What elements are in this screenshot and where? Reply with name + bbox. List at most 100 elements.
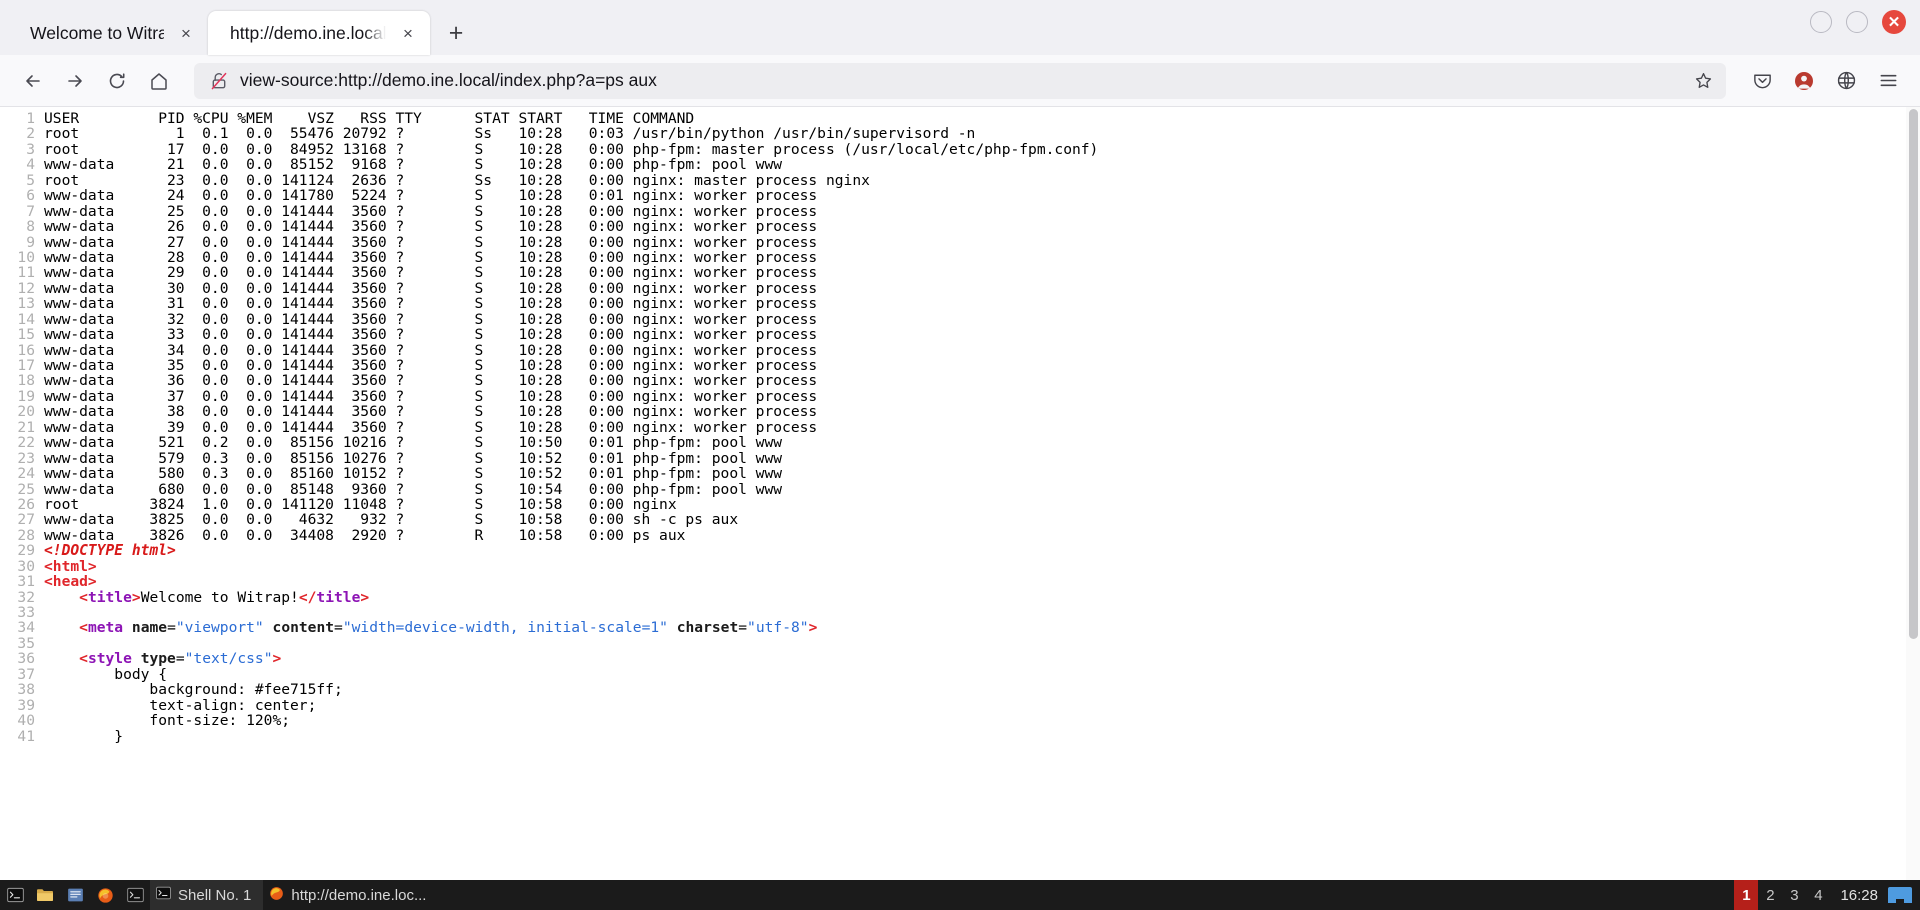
task-label: Shell No. 1 [178,887,251,904]
ps-row: www-data 579 0.3 0.0 85156 10276 ? S 10:… [44,450,782,467]
source-line: 37 body { [0,667,1920,682]
source-token: type [141,650,176,667]
source-line: 25www-data 680 0.0 0.0 85148 9360 ? S 10… [0,482,1920,497]
files-icon[interactable] [30,880,60,910]
line-number: 36 [0,651,44,666]
source-line: 14www-data 32 0.0 0.0 141444 3560 ? S 10… [0,312,1920,327]
line-number: 41 [0,729,44,744]
hamburger-menu-icon[interactable] [1870,63,1906,99]
source-line: 26root 3824 1.0 0.0 141120 11048 ? S 10:… [0,497,1920,512]
ps-row: www-data 580 0.3 0.0 85160 10152 ? S 10:… [44,465,782,482]
scrollbar-thumb[interactable] [1909,109,1918,639]
pocket-icon[interactable] [1744,63,1780,99]
extensions-icon[interactable] [1828,63,1864,99]
line-number: 23 [0,451,44,466]
ps-row: www-data 26 0.0 0.0 141444 3560 ? S 10:2… [44,218,817,235]
account-icon[interactable] [1786,63,1822,99]
back-icon[interactable] [14,62,52,100]
line-number: 4 [0,157,44,172]
line-number: 27 [0,512,44,527]
tray-app-icon[interactable] [1888,887,1912,903]
ps-row: www-data 39 0.0 0.0 141444 3560 ? S 10:2… [44,419,817,436]
terminal2-icon[interactable] [120,880,150,910]
line-number: 28 [0,528,44,543]
source-line: 13www-data 31 0.0 0.0 141444 3560 ? S 10… [0,296,1920,311]
home-icon[interactable] [140,62,178,100]
close-window-button[interactable]: ✕ [1882,10,1906,34]
source-token: < [79,650,88,667]
terminal-icon[interactable] [0,880,30,910]
url-text[interactable]: view-source:http://demo.ine.local/index.… [240,70,1690,91]
window-controls: ✕ [1810,10,1906,34]
new-tab-button[interactable]: + [438,15,474,51]
source-token: "width=device-width, initial-scale=1" [343,619,668,636]
line-number: 25 [0,482,44,497]
line-number: 15 [0,327,44,342]
workspace-2[interactable]: 2 [1758,880,1782,910]
line-number: 16 [0,343,44,358]
taskbar: Shell No. 1 http://demo.ine.loc... 1 2 3… [0,880,1920,910]
close-icon[interactable]: × [396,21,420,45]
line-number: 26 [0,497,44,512]
tab-welcome-to-witrap[interactable]: Welcome to Witrap! × [8,11,208,55]
firefox-icon[interactable] [90,880,120,910]
source-token: > [132,589,141,606]
task-shell-no-1[interactable]: Shell No. 1 [150,880,263,910]
line-number: 19 [0,389,44,404]
task-demo-ine-local[interactable]: http://demo.ine.loc... [263,880,438,910]
source-token: text-align: center; [44,697,316,714]
ps-row: www-data 29 0.0 0.0 141444 3560 ? S 10:2… [44,264,817,281]
line-number: 21 [0,420,44,435]
workspace-3[interactable]: 3 [1782,880,1806,910]
source-token [132,650,141,667]
source-line: 21www-data 39 0.0 0.0 141444 3560 ? S 10… [0,420,1920,435]
line-number: 40 [0,713,44,728]
workspace-1[interactable]: 1 [1734,880,1758,910]
ps-row: www-data 28 0.0 0.0 141444 3560 ? S 10:2… [44,249,817,266]
source-token: < [79,619,88,636]
address-bar[interactable]: view-source:http://demo.ine.local/index.… [194,63,1726,99]
source-line: 7www-data 25 0.0 0.0 141444 3560 ? S 10:… [0,204,1920,219]
source-token: <html> [44,558,97,575]
line-number: 13 [0,296,44,311]
source-token: > [360,589,369,606]
source-line: 10www-data 28 0.0 0.0 141444 3560 ? S 10… [0,250,1920,265]
star-icon[interactable] [1690,68,1716,94]
source-line: 2root 1 0.1 0.0 55476 20792 ? Ss 10:28 0… [0,126,1920,141]
source-token: charset [677,619,739,636]
vertical-scrollbar[interactable] [1906,107,1920,880]
source-line: 15www-data 33 0.0 0.0 141444 3560 ? S 10… [0,327,1920,342]
line-number: 33 [0,605,44,620]
source-token: = [334,619,343,636]
source-line: 27www-data 3825 0.0 0.0 4632 932 ? S 10:… [0,512,1920,527]
line-number: 5 [0,173,44,188]
tab-label: http://demo.ine.local/inde [230,23,386,44]
source-token: "utf-8" [747,619,809,636]
ps-row: www-data 25 0.0 0.0 141444 3560 ? S 10:2… [44,203,817,220]
workspace-4[interactable]: 4 [1806,880,1830,910]
source-line: 16www-data 34 0.0 0.0 141444 3560 ? S 10… [0,343,1920,358]
source-token [123,619,132,636]
view-source-content[interactable]: 1USER PID %CPU %MEM VSZ RSS TTY STAT STA… [0,107,1920,880]
source-token: } [44,728,123,745]
reload-icon[interactable] [98,62,136,100]
line-number: 29 [0,543,44,558]
close-icon[interactable]: × [174,21,198,45]
source-line: 5root 23 0.0 0.0 141124 2636 ? Ss 10:28 … [0,173,1920,188]
line-number: 31 [0,574,44,589]
source-line: 23www-data 579 0.3 0.0 85156 10276 ? S 1… [0,451,1920,466]
tab-demo-ine-local[interactable]: http://demo.ine.local/inde × [208,11,430,55]
minimize-button[interactable] [1810,11,1832,33]
maximize-button[interactable] [1846,11,1868,33]
browser-window: Welcome to Witrap! × http://demo.ine.loc… [0,0,1920,880]
firefox-icon [269,886,284,905]
ps-row: www-data 33 0.0 0.0 141444 3560 ? S 10:2… [44,326,817,343]
broken-lock-icon[interactable] [208,70,230,92]
forward-icon[interactable] [56,62,94,100]
editor-icon[interactable] [60,880,90,910]
source-line: 32 <title>Welcome to Witrap!</title> [0,590,1920,605]
source-line: 36 <style type="text/css"> [0,651,1920,666]
ps-row: root 3824 1.0 0.0 141120 11048 ? S 10:58… [44,496,677,513]
source-line: 24www-data 580 0.3 0.0 85160 10152 ? S 1… [0,466,1920,481]
source-token: = [176,650,185,667]
